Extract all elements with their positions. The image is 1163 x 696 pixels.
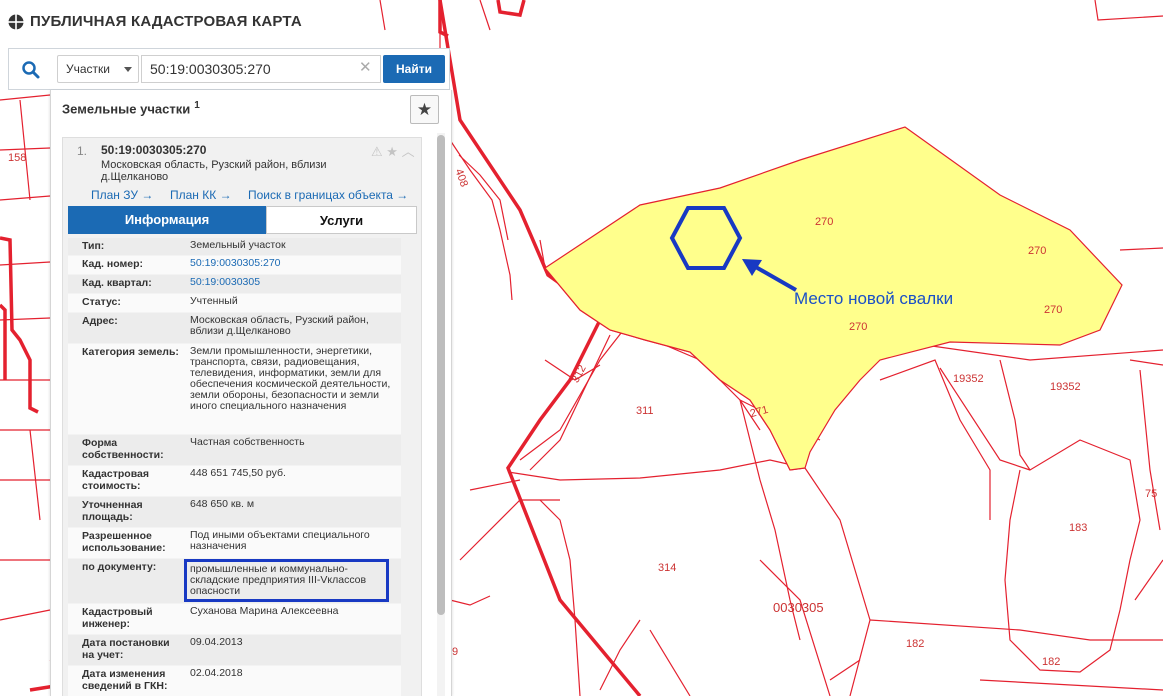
property-value: 02.04.2018 xyxy=(190,667,243,679)
card-actions: ⚠ ★ ︿ xyxy=(371,141,415,160)
tab-services[interactable]: Услуги xyxy=(266,206,417,234)
property-value: Суханова Марина Алексеевна xyxy=(190,605,339,617)
results-panel: Земельные участки 1 ★ 1. 50:19:0030305:27… xyxy=(50,90,452,696)
tab-information[interactable]: Информация xyxy=(68,206,266,234)
parcel-label-270: 270 xyxy=(815,216,834,228)
parcel-label-270: 270 xyxy=(849,321,868,333)
plan-kk-link[interactable]: План КК → xyxy=(170,188,232,202)
parcel-number-title[interactable]: 50:19:0030305:270 xyxy=(101,143,206,157)
search-type-select[interactable]: Участки xyxy=(57,55,139,83)
property-row: Уточненная площадь: 648 650 кв. м xyxy=(68,497,401,528)
property-label: Тип: xyxy=(82,240,105,252)
parcel-label-182: 182 xyxy=(906,638,925,650)
plan-zu-link[interactable]: План ЗУ → xyxy=(91,188,153,202)
panel-title-text: Земельные участки xyxy=(62,101,191,117)
property-value: 09.04.2013 xyxy=(190,636,243,648)
property-label: Кад. номер: xyxy=(82,258,144,270)
property-row: Кад. номер: 50:19:0030305:270 xyxy=(68,256,401,275)
properties-table: Тип: Земельный участок Кад. номер: 50:19… xyxy=(68,238,401,696)
property-label: Разрешенное использование: xyxy=(82,530,166,554)
app-header: ПУБЛИЧНАЯ КАДАСТРОВАЯ КАРТА xyxy=(0,0,450,46)
property-label: по документу: xyxy=(82,561,157,573)
search-bar: Участки ✕ Найти xyxy=(8,48,450,90)
cadastral-number-link[interactable]: 50:19:0030305:270 xyxy=(190,258,395,269)
property-row: по документу: промышленные и коммунально… xyxy=(68,559,401,604)
warning-icon[interactable]: ⚠ xyxy=(371,144,383,159)
property-value: Земельный участок xyxy=(190,239,286,251)
property-value: Московская область, Рузский район, вблиз… xyxy=(190,314,369,337)
property-row: Дата постановки на учет: 09.04.2013 xyxy=(68,635,401,666)
property-value: Под иными объектами специального назначе… xyxy=(190,529,370,552)
property-value: 648 650 кв. м xyxy=(190,498,255,510)
property-row: Кад. квартал: 50:19:0030305 xyxy=(68,275,401,294)
parcel-label-19352: 19352 xyxy=(1050,381,1081,393)
property-row: Разрешенное использование: Под иными объ… xyxy=(68,528,401,559)
property-row: Кадастровый инженер: Суханова Марина Але… xyxy=(68,604,401,635)
app-title: ПУБЛИЧНАЯ КАДАСТРОВАЯ КАРТА xyxy=(30,13,302,30)
search-icon[interactable] xyxy=(21,60,41,80)
parcel-address: Московская область, Рузский район, вблиз… xyxy=(101,159,327,183)
property-value: Частная собственность xyxy=(190,436,305,448)
dump-site-annotation: Место новой свалки xyxy=(794,289,954,308)
find-button[interactable]: Найти xyxy=(383,55,445,83)
star-icon[interactable]: ★ xyxy=(386,144,398,159)
parcel-label-19352: 19352 xyxy=(953,373,984,385)
result-count: 1 xyxy=(194,100,200,111)
search-input[interactable] xyxy=(141,55,381,83)
result-card: 1. 50:19:0030305:270 Московская область,… xyxy=(62,137,422,696)
property-label: Дата изменения сведений в ГКН: xyxy=(82,668,168,692)
property-row: Статус: Учтенный xyxy=(68,294,401,313)
highlight-box xyxy=(184,559,389,602)
collapse-icon[interactable]: ︿ xyxy=(402,144,415,159)
search-in-bounds-link[interactable]: Поиск в границах объекта → xyxy=(248,188,408,202)
clear-icon[interactable]: ✕ xyxy=(359,60,372,76)
property-label: Дата постановки на учет: xyxy=(82,637,170,661)
panel-scrollbar-thumb[interactable] xyxy=(437,135,445,615)
property-label: Адрес: xyxy=(82,315,118,327)
parcel-label-182: 182 xyxy=(1042,656,1061,668)
property-value: Земли промышленности, энергетики, трансп… xyxy=(190,345,391,412)
panel-title: Земельные участки 1 xyxy=(62,100,200,116)
property-row: Категория земель: Земли промышленности, … xyxy=(68,344,401,435)
cadastral-quarter-link[interactable]: 50:19:0030305 xyxy=(190,277,395,288)
parcel-label-270: 270 xyxy=(1044,304,1063,316)
property-row: Кадастровая стоимость: 448 651 745,50 ру… xyxy=(68,466,401,497)
property-value: 448 651 745,50 руб. xyxy=(190,467,286,479)
search-type-label: Участки xyxy=(66,62,110,76)
property-label: Статус: xyxy=(82,296,121,308)
property-label: Уточненная площадь: xyxy=(82,499,143,523)
parcel-label-270: 270 xyxy=(1028,245,1047,257)
logo-icon xyxy=(8,14,24,30)
parcel-label-9: 9 xyxy=(452,646,459,658)
property-label: Кад. квартал: xyxy=(82,277,152,289)
parcel-label-183: 183 xyxy=(1069,522,1088,534)
parcel-label-75: 75 xyxy=(1145,488,1158,500)
property-value: Учтенный xyxy=(190,295,238,307)
property-row: Дата изменения сведений в ГКН: 02.04.201… xyxy=(68,666,401,696)
parcel-label-158: 158 xyxy=(8,152,27,164)
property-label: Кадастровая стоимость: xyxy=(82,468,149,492)
parcel-label-311: 311 xyxy=(636,405,654,417)
chevron-down-icon xyxy=(124,67,132,72)
property-row: Форма собственности: Частная собственнос… xyxy=(68,435,401,466)
property-label: Категория земель: xyxy=(82,346,179,358)
favorites-button[interactable]: ★ xyxy=(410,95,439,124)
parcel-label-314: 314 xyxy=(658,562,677,574)
property-row: Адрес: Московская область, Рузский район… xyxy=(68,313,401,344)
quarter-label: 0030305 xyxy=(773,600,824,615)
item-number: 1. xyxy=(77,144,88,158)
property-label: Форма собственности: xyxy=(82,437,164,461)
star-icon: ★ xyxy=(416,100,433,119)
property-label: Кадастровый инженер: xyxy=(82,606,153,630)
property-row: Тип: Земельный участок xyxy=(68,238,401,256)
